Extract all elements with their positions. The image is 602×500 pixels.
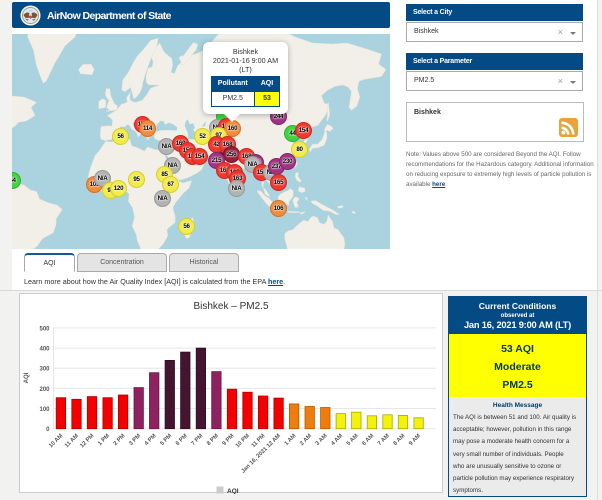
svg-text:AQI: AQI	[227, 488, 239, 494]
svg-text:2 AM: 2 AM	[299, 433, 313, 447]
svg-text:11 AM: 11 AM	[64, 433, 80, 449]
svg-text:7 PM: 7 PM	[191, 433, 205, 447]
svg-text:9 AM: 9 AM	[408, 433, 422, 447]
svg-text:6 PM: 6 PM	[175, 433, 189, 447]
svg-text:3 AM: 3 AM	[315, 433, 329, 447]
svg-text:1 PM: 1 PM	[97, 433, 111, 447]
svg-text:9 PM: 9 PM	[222, 433, 236, 447]
svg-text:0: 0	[46, 427, 50, 433]
svg-text:400: 400	[39, 347, 50, 353]
svg-text:10 PM: 10 PM	[235, 433, 251, 449]
svg-text:100: 100	[39, 407, 50, 413]
svg-text:4 AM: 4 AM	[330, 433, 344, 447]
svg-text:5 PM: 5 PM	[159, 433, 173, 447]
svg-text:6 AM: 6 AM	[361, 433, 375, 447]
svg-text:1 AM: 1 AM	[284, 433, 298, 447]
svg-text:200: 200	[39, 387, 50, 393]
svg-text:3 PM: 3 PM	[128, 433, 142, 447]
svg-text:12 PM: 12 PM	[79, 433, 95, 449]
svg-text:500: 500	[39, 326, 50, 332]
svg-text:10 AM: 10 AM	[48, 433, 64, 449]
svg-text:300: 300	[39, 367, 50, 373]
svg-text:4 PM: 4 PM	[144, 433, 158, 447]
svg-text:AQI: AQI	[24, 372, 30, 383]
svg-text:8 PM: 8 PM	[206, 433, 220, 447]
svg-text:8 AM: 8 AM	[393, 433, 407, 447]
svg-text:7 AM: 7 AM	[377, 433, 391, 447]
svg-text:2 PM: 2 PM	[113, 433, 127, 447]
svg-text:Bishkek – PM2.5: Bishkek – PM2.5	[193, 301, 268, 312]
svg-text:5 AM: 5 AM	[346, 433, 360, 447]
